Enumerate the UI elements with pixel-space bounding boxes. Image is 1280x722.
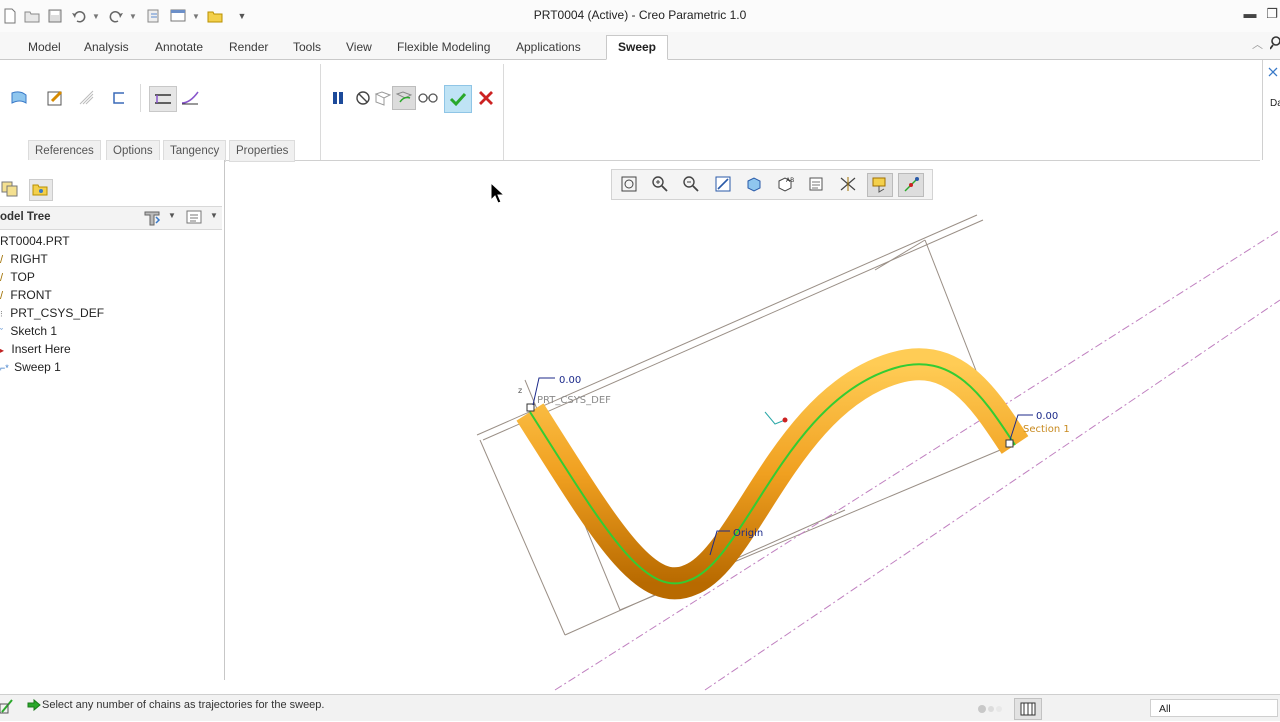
model-viewport[interactable]: z 0.00 PRT_CSYS_DEF 0.00 Section 1 Origi… bbox=[225, 200, 1280, 692]
tab-tools[interactable]: Tools bbox=[287, 36, 327, 58]
datum-plane-icon: / bbox=[0, 272, 4, 284]
remove-material-icon bbox=[76, 87, 98, 109]
cancel-x-icon[interactable] bbox=[475, 87, 497, 109]
undo-dropdown-icon[interactable]: ▼ bbox=[91, 8, 101, 24]
end-point-handle[interactable] bbox=[1005, 439, 1014, 448]
csys-label: PRT_CSYS_DEF bbox=[537, 395, 611, 406]
show-menu-icon[interactable] bbox=[186, 209, 202, 228]
tree-settings-dropdown-icon[interactable]: ▼ bbox=[168, 211, 176, 220]
section-label: Section 1 bbox=[1023, 424, 1070, 435]
constant-section-icon[interactable] bbox=[149, 86, 177, 112]
datum-plane-icon: / bbox=[0, 290, 4, 302]
axis-z-label: z bbox=[518, 386, 522, 395]
coordinate-system-icon: ⁝ bbox=[0, 309, 3, 319]
ribbon-separator bbox=[320, 64, 321, 160]
datum-axis-lines bbox=[554, 229, 1280, 691]
tab-sweep[interactable]: Sweep bbox=[606, 35, 668, 60]
spin-center-icon[interactable] bbox=[898, 173, 924, 197]
tab-view[interactable]: View bbox=[340, 36, 378, 58]
tab-render[interactable]: Render bbox=[223, 36, 274, 58]
tree-item-part[interactable]: RT0004.PRT bbox=[0, 232, 70, 250]
view-manager-icon[interactable] bbox=[805, 173, 829, 195]
pause-icon[interactable] bbox=[327, 87, 349, 109]
folder-browser-icon[interactable] bbox=[29, 179, 53, 201]
start-point-handle[interactable] bbox=[526, 403, 535, 412]
tab-flexible-modeling[interactable]: Flexible Modeling bbox=[391, 36, 496, 58]
subtab-tangency[interactable]: Tangency bbox=[163, 140, 227, 162]
redo-dropdown-icon[interactable]: ▼ bbox=[128, 8, 138, 24]
collapse-ribbon-icon[interactable]: ︿ bbox=[1252, 36, 1263, 52]
minimize-icon[interactable]: ▬ bbox=[1240, 6, 1260, 26]
model-tree-title: odel Tree bbox=[0, 211, 51, 223]
repaint-icon[interactable] bbox=[711, 173, 735, 195]
verify-mode-icon[interactable] bbox=[392, 86, 416, 110]
save-icon[interactable] bbox=[47, 8, 63, 24]
show-dropdown-icon[interactable]: ▼ bbox=[210, 211, 218, 220]
annotation-display-icon[interactable] bbox=[867, 173, 893, 197]
surface-icon[interactable] bbox=[8, 87, 30, 109]
status-message: Select any number of chains as trajector… bbox=[42, 699, 325, 711]
tree-item-sketch[interactable]: ˇ Sketch 1 bbox=[0, 322, 57, 340]
subtab-options[interactable]: Options bbox=[106, 140, 160, 162]
tree-settings-icon[interactable] bbox=[142, 209, 162, 230]
ribbon-separator bbox=[503, 64, 504, 160]
datum-icon[interactable] bbox=[1267, 66, 1279, 89]
tree-item-csys[interactable]: ⁝ PRT_CSYS_DEF bbox=[0, 304, 104, 322]
end-value-label[interactable]: 0.00 bbox=[1036, 411, 1058, 422]
subtab-properties[interactable]: Properties bbox=[229, 140, 296, 162]
search-icon[interactable] bbox=[1269, 36, 1280, 53]
insert-arrow-icon: ▸ bbox=[0, 346, 5, 355]
selection-filter[interactable]: All bbox=[1150, 699, 1278, 717]
svg-text:AB: AB bbox=[786, 177, 794, 184]
undo-icon[interactable] bbox=[71, 8, 87, 24]
right-strip-label: Da bbox=[1270, 98, 1280, 109]
regen-indicator-icon bbox=[977, 703, 1005, 717]
thicken-icon[interactable] bbox=[108, 87, 130, 109]
windows-dropdown-icon[interactable]: ▼ bbox=[191, 8, 201, 24]
csys-triad-icon bbox=[764, 411, 788, 425]
tree-item-insert-here[interactable]: ▸ Insert Here bbox=[0, 340, 71, 358]
mouse-cursor-icon bbox=[490, 182, 506, 204]
zoom-out-icon[interactable] bbox=[679, 173, 703, 195]
saved-orientations-icon[interactable]: AB bbox=[773, 173, 797, 195]
tab-analysis[interactable]: Analysis bbox=[78, 36, 135, 58]
origin-label: Origin bbox=[733, 528, 763, 539]
preview-geometry-icon[interactable] bbox=[372, 87, 394, 109]
restore-icon[interactable]: ❐ bbox=[1262, 6, 1280, 26]
glasses-icon[interactable] bbox=[417, 87, 439, 109]
tab-annotate[interactable]: Annotate bbox=[149, 36, 209, 58]
tab-applications[interactable]: Applications bbox=[510, 36, 587, 58]
variable-section-icon[interactable] bbox=[179, 87, 201, 109]
sketch-edit-icon[interactable] bbox=[44, 87, 66, 109]
no-preview-icon[interactable] bbox=[352, 87, 374, 109]
regenerate-icon[interactable] bbox=[146, 8, 162, 24]
tab-model[interactable]: Model bbox=[22, 36, 67, 58]
zoom-in-icon[interactable] bbox=[648, 173, 672, 195]
subtab-references[interactable]: References bbox=[28, 140, 101, 162]
tree-item-right[interactable]: / RIGHT bbox=[0, 250, 48, 268]
open-folder-icon[interactable] bbox=[24, 8, 40, 24]
start-value-label[interactable]: 0.00 bbox=[559, 375, 581, 386]
display-style-icon[interactable] bbox=[742, 173, 766, 195]
sketch-status-icon[interactable] bbox=[0, 698, 14, 717]
refit-icon[interactable] bbox=[617, 173, 641, 195]
new-file-icon[interactable] bbox=[2, 8, 18, 24]
datum-plane-icon: / bbox=[0, 254, 4, 266]
confirm-checkmark-icon[interactable] bbox=[444, 85, 472, 113]
datum-display-icon[interactable] bbox=[836, 173, 860, 195]
tree-item-front[interactable]: / FRONT bbox=[0, 286, 52, 304]
tree-item-top[interactable]: / TOP bbox=[0, 268, 35, 286]
tree-item-sweep[interactable]: ⌐* Sweep 1 bbox=[0, 358, 61, 376]
folder-icon[interactable] bbox=[207, 8, 223, 24]
sketch-icon: ˇ bbox=[0, 327, 3, 337]
sweep-feature-icon: ⌐* bbox=[0, 363, 9, 373]
layers-icon[interactable] bbox=[0, 178, 22, 200]
ribbon-separator bbox=[140, 84, 141, 112]
message-arrow-icon bbox=[27, 698, 41, 715]
windows-icon[interactable] bbox=[170, 8, 186, 24]
smart-select-icon[interactable] bbox=[1014, 698, 1042, 720]
customize-toolbar-icon[interactable]: ▼ bbox=[235, 8, 249, 24]
redo-icon[interactable] bbox=[108, 8, 124, 24]
